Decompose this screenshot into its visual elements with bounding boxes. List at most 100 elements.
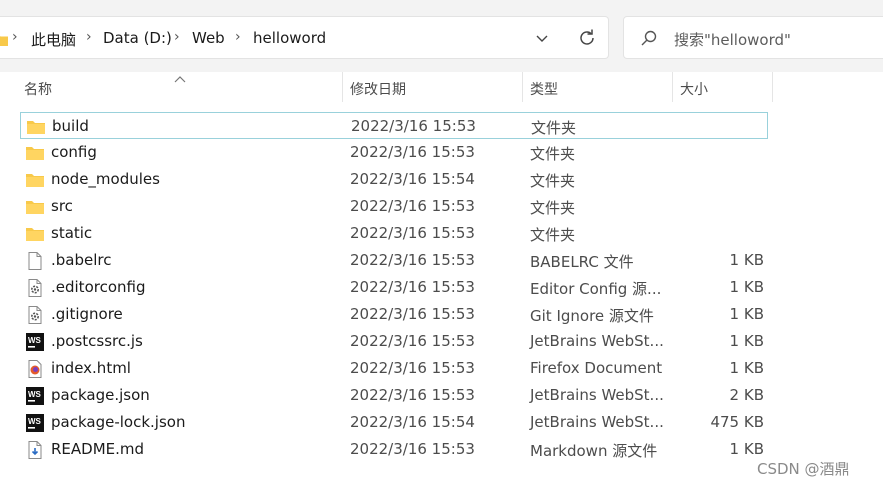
file-name: build xyxy=(52,117,89,135)
file-type: 文件夹 xyxy=(531,119,577,137)
navigation-bar: › 此电脑 › Data (D:) › Web › helloword 搜索"h… xyxy=(0,0,883,72)
file-size: 1 KB xyxy=(729,359,764,377)
file-size: 2 KB xyxy=(729,386,764,404)
file-row[interactable]: WS package-lock.json 2022/3/16 15:54 JetBra… xyxy=(20,409,768,436)
file-modified-date: 2022/3/16 15:53 xyxy=(350,197,475,215)
file-type: 文件夹 xyxy=(530,145,576,163)
file-modified-date: 2022/3/16 15:53 xyxy=(350,224,475,242)
column-header-name[interactable]: 名称 xyxy=(24,79,52,99)
file-modified-date: 2022/3/16 15:53 xyxy=(350,440,475,458)
file-name: package.json xyxy=(51,386,150,404)
webstorm-icon: WS xyxy=(25,413,45,433)
column-divider[interactable] xyxy=(342,72,343,102)
file-row[interactable]: WS package.json 2022/3/16 15:53 JetBrains W… xyxy=(20,382,768,409)
file-modified-date: 2022/3/16 15:53 xyxy=(350,143,475,161)
file-modified-date: 2022/3/16 15:53 xyxy=(350,332,475,350)
file-type: 文件夹 xyxy=(530,199,576,217)
file-type: JetBrains WebSt... xyxy=(530,332,664,350)
file-modified-date: 2022/3/16 15:53 xyxy=(350,278,475,296)
chevron-down-icon[interactable] xyxy=(534,30,550,50)
file-row[interactable]: .babelrc 2022/3/16 15:53 BABELRC 文件 1 KB xyxy=(20,247,768,274)
column-header-size[interactable]: 大小 xyxy=(680,79,708,99)
folder-icon xyxy=(25,170,45,190)
file-size: 1 KB xyxy=(729,278,764,296)
file-name: .postcssrc.js xyxy=(51,332,143,350)
file-modified-date: 2022/3/16 15:54 xyxy=(350,413,475,431)
column-header-modified[interactable]: 修改日期 xyxy=(350,79,406,99)
file-name: .babelrc xyxy=(51,251,112,269)
folder-icon xyxy=(26,117,46,137)
file-size: 1 KB xyxy=(729,332,764,350)
webstorm-icon: WS xyxy=(25,332,45,352)
svg-text:WS: WS xyxy=(28,417,42,426)
firefox-document-icon xyxy=(25,359,45,379)
file-row[interactable]: static 2022/3/16 15:53 文件夹 xyxy=(20,220,768,247)
column-header-type[interactable]: 类型 xyxy=(530,79,558,99)
file-modified-date: 2022/3/16 15:53 xyxy=(350,359,475,377)
search-box[interactable]: 搜索"helloword" xyxy=(623,16,883,59)
file-row[interactable]: index.html 2022/3/16 15:53 Firefox Documen… xyxy=(20,355,768,382)
file-row[interactable]: src 2022/3/16 15:53 文件夹 xyxy=(20,193,768,220)
file-name: package-lock.json xyxy=(51,413,186,431)
file-modified-date: 2022/3/16 15:54 xyxy=(350,170,475,188)
file-name: README.md xyxy=(51,440,145,458)
folder-icon xyxy=(25,143,45,163)
folder-icon xyxy=(25,224,45,244)
column-divider[interactable] xyxy=(672,72,673,102)
folder-icon xyxy=(0,31,8,50)
file-name: config xyxy=(51,143,97,161)
svg-text:WS: WS xyxy=(28,390,42,399)
file-type: Markdown 源文件 xyxy=(530,442,658,460)
file-row[interactable]: config 2022/3/16 15:53 文件夹 xyxy=(20,139,768,166)
search-input[interactable]: 搜索"helloword" xyxy=(674,29,791,50)
file-type: 文件夹 xyxy=(530,226,576,244)
file-size: 475 KB xyxy=(710,413,764,431)
address-bar[interactable]: › 此电脑 › Data (D:) › Web › helloword xyxy=(0,16,609,59)
config-file-icon xyxy=(25,278,45,298)
file-row[interactable]: WS .postcssrc.js 2022/3/16 15:53 JetBrains … xyxy=(20,328,768,355)
file-size: 1 KB xyxy=(729,440,764,458)
file-size: 1 KB xyxy=(729,305,764,323)
chevron-right-icon[interactable]: › xyxy=(86,29,92,45)
file-row[interactable]: node_modules 2022/3/16 15:54 文件夹 xyxy=(20,166,768,193)
column-divider[interactable] xyxy=(522,72,523,102)
file-type: Git Ignore 源文件 xyxy=(530,307,654,325)
file-name: .gitignore xyxy=(51,305,123,323)
webstorm-icon: WS xyxy=(25,386,45,406)
file-type: BABELRC 文件 xyxy=(530,253,634,271)
file-type: JetBrains WebSt... xyxy=(530,413,664,431)
file-type: Editor Config 源... xyxy=(530,280,662,298)
file-type: Firefox Document xyxy=(530,359,663,377)
watermark: CSDN @酒鼎 xyxy=(757,460,850,478)
chevron-right-icon[interactable]: › xyxy=(235,29,241,45)
chevron-right-icon[interactable]: › xyxy=(174,29,180,45)
file-modified-date: 2022/3/16 15:53 xyxy=(350,251,475,269)
refresh-icon[interactable] xyxy=(576,27,598,53)
sort-ascending-icon xyxy=(174,68,186,87)
file-modified-date: 2022/3/16 15:53 xyxy=(351,117,476,135)
search-icon xyxy=(640,29,658,51)
config-file-icon xyxy=(25,305,45,325)
chevron-right-icon[interactable]: › xyxy=(12,29,18,45)
file-modified-date: 2022/3/16 15:53 xyxy=(350,386,475,404)
breadcrumb-web[interactable]: Web xyxy=(192,29,225,47)
file-row[interactable]: build 2022/3/16 15:53 文件夹 xyxy=(20,112,768,139)
file-row[interactable]: README.md 2022/3/16 15:53 Markdown 源文件 1 KB xyxy=(20,436,768,463)
breadcrumb-drive[interactable]: Data (D:) xyxy=(103,29,172,47)
svg-text:WS: WS xyxy=(28,336,42,345)
column-divider[interactable] xyxy=(772,72,773,102)
markdown-file-icon xyxy=(25,440,45,460)
file-name: src xyxy=(51,197,73,215)
breadcrumb-current-folder[interactable]: helloword xyxy=(253,29,326,47)
file-type: 文件夹 xyxy=(530,172,576,190)
file-type: JetBrains WebSt... xyxy=(530,386,664,404)
folder-icon xyxy=(25,197,45,217)
file-row[interactable]: .gitignore 2022/3/16 15:53 Git Ignore 源文件 1… xyxy=(20,301,768,328)
file-name: static xyxy=(51,224,93,242)
file-size: 1 KB xyxy=(729,251,764,269)
file-name: node_modules xyxy=(51,170,160,188)
file-row[interactable]: .editorconfig 2022/3/16 15:53 Editor Confi… xyxy=(20,274,768,301)
breadcrumb-this-pc[interactable]: 此电脑 xyxy=(31,29,76,50)
file-name: index.html xyxy=(51,359,131,377)
file-name: .editorconfig xyxy=(51,278,146,296)
